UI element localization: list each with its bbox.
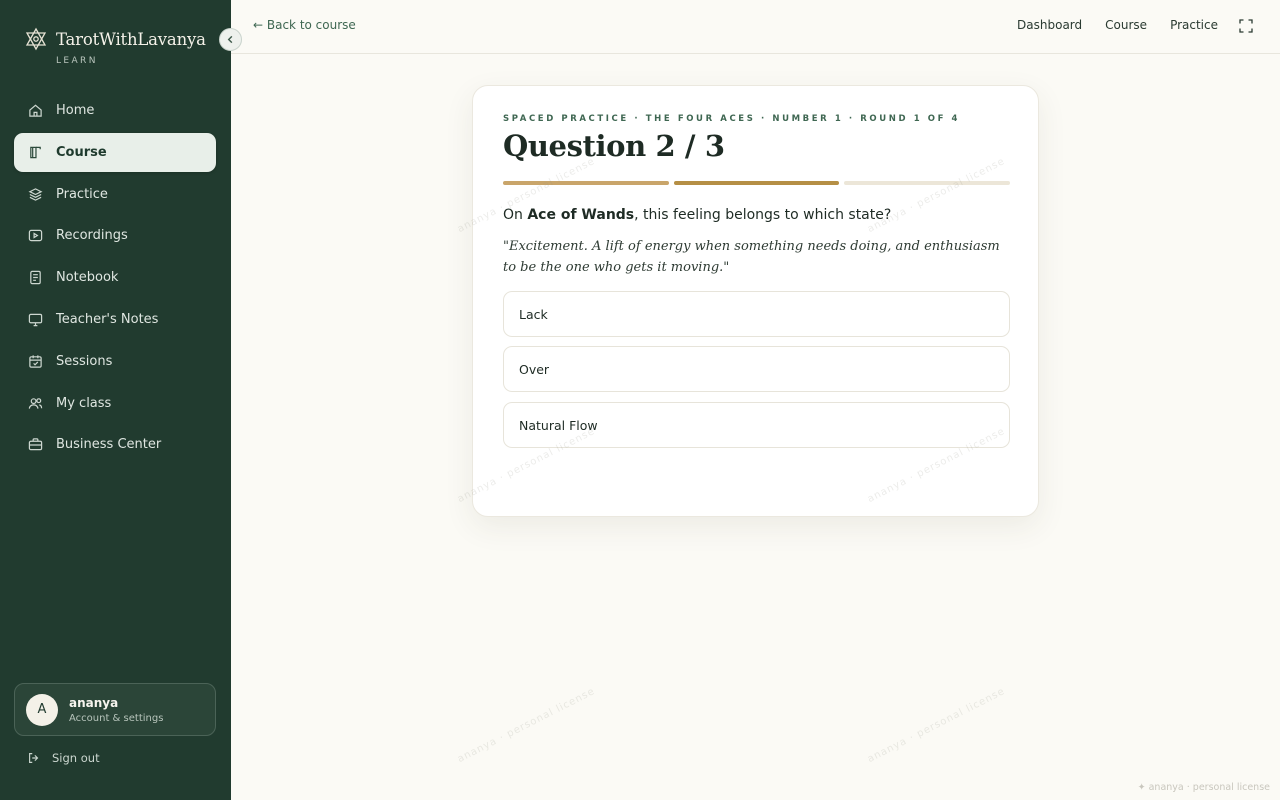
sidebar-item-teachers-notes[interactable]: Teacher's Notes — [14, 300, 216, 339]
briefcase-icon — [27, 437, 43, 453]
topnav-dashboard[interactable]: Dashboard — [1017, 18, 1082, 32]
monitor-icon — [27, 311, 43, 327]
sidebar-item-notebook[interactable]: Notebook — [14, 258, 216, 297]
sidebar-item-label: Teacher's Notes — [56, 311, 159, 327]
progress-segment-2 — [673, 181, 840, 185]
users-icon — [27, 395, 43, 411]
top-nav: Dashboard Course Practice — [1017, 18, 1218, 32]
layers-icon — [27, 186, 43, 202]
brand-subtitle: LEARN — [56, 56, 98, 66]
progress-segment-1 — [503, 181, 669, 185]
prompt-card-name: Ace of Wands — [527, 207, 635, 223]
sidebar-item-label: Home — [56, 103, 95, 118]
question-quote: "Excitement. A lift of energy when somet… — [503, 239, 1000, 275]
topnav-course[interactable]: Course — [1105, 18, 1147, 32]
sidebar-item-label: My class — [56, 395, 112, 411]
sidebar-item-label: Practice — [56, 186, 108, 202]
sidebar-item-label: Sessions — [56, 353, 113, 369]
avatar: A — [26, 693, 58, 726]
quiz-card: SPACED PRACTICE · THE FOUR ACES · NUMBER… — [472, 85, 1039, 517]
sidebar-item-my-class[interactable]: My class — [14, 384, 216, 423]
answer-option-lack[interactable]: Lack — [503, 291, 1010, 337]
question-title: Question 2 / 3 — [503, 129, 725, 163]
sidebar-item-label: Business Center — [56, 437, 162, 453]
sidebar: TarotWithLavanya LEARN Home Course Pract… — [0, 0, 231, 800]
book-icon — [27, 144, 43, 160]
option-label: Natural Flow — [519, 417, 598, 433]
question-prompt: On Ace of Wands, this feeling belongs to… — [503, 207, 891, 223]
sidebar-item-recordings[interactable]: Recordings — [14, 216, 216, 255]
chevron-left-icon — [227, 35, 233, 44]
sidebar-item-label: Recordings — [56, 228, 128, 244]
license-footer: ✦ ananya · personal license — [1137, 782, 1270, 793]
option-label: Over — [519, 361, 550, 377]
answer-option-over[interactable]: Over — [503, 346, 1010, 392]
sidebar-item-label: Notebook — [56, 270, 119, 286]
quiz-eyebrow: SPACED PRACTICE · THE FOUR ACES · NUMBER… — [503, 114, 961, 124]
top-bar: ← Back to course Dashboard Course Practi… — [231, 0, 1280, 54]
watermark: ananya · personal license — [865, 685, 1007, 766]
sidebar-item-practice[interactable]: Practice — [14, 175, 216, 214]
sidebar-item-course[interactable]: Course — [14, 132, 216, 172]
sign-out-icon — [29, 753, 39, 763]
account-button[interactable]: A ananya Account & settings — [14, 683, 216, 736]
prompt-prefix: On — [503, 207, 528, 223]
progress-segment-3 — [844, 181, 1011, 185]
sidebar-item-business-center[interactable]: Business Center — [14, 425, 216, 464]
account-text: ananya Account & settings — [69, 696, 163, 724]
sidebar-item-sessions[interactable]: Sessions — [14, 342, 216, 381]
fullscreen-icon[interactable] — [1239, 19, 1253, 33]
sign-out-button[interactable]: Sign out — [27, 751, 100, 765]
brand[interactable]: TarotWithLavanya — [24, 27, 206, 51]
account-subtitle: Account & settings — [69, 712, 164, 724]
star-of-david-icon — [25, 27, 47, 51]
sidebar-item-label: Course — [56, 144, 107, 160]
sign-out-label: Sign out — [52, 751, 100, 765]
collapse-sidebar-button[interactable] — [219, 28, 242, 51]
notebook-icon — [27, 270, 43, 286]
play-icon — [27, 228, 43, 244]
watermark: ananya · personal license — [455, 685, 597, 766]
topnav-practice[interactable]: Practice — [1170, 18, 1218, 32]
question-progress — [503, 181, 1011, 185]
calendar-icon — [27, 353, 43, 369]
back-to-course-link[interactable]: ← Back to course — [253, 18, 356, 32]
sidebar-nav: Home Course Practice Recordings Notebook — [14, 91, 216, 467]
prompt-suffix: , this feeling belongs to which state? — [634, 207, 892, 223]
account-name: ananya — [69, 695, 119, 710]
brand-title: TarotWithLavanya — [56, 29, 206, 49]
answer-option-natural-flow[interactable]: Natural Flow — [503, 402, 1010, 448]
option-label: Lack — [519, 306, 548, 322]
sidebar-item-home[interactable]: Home — [14, 91, 216, 130]
home-icon — [27, 103, 43, 119]
